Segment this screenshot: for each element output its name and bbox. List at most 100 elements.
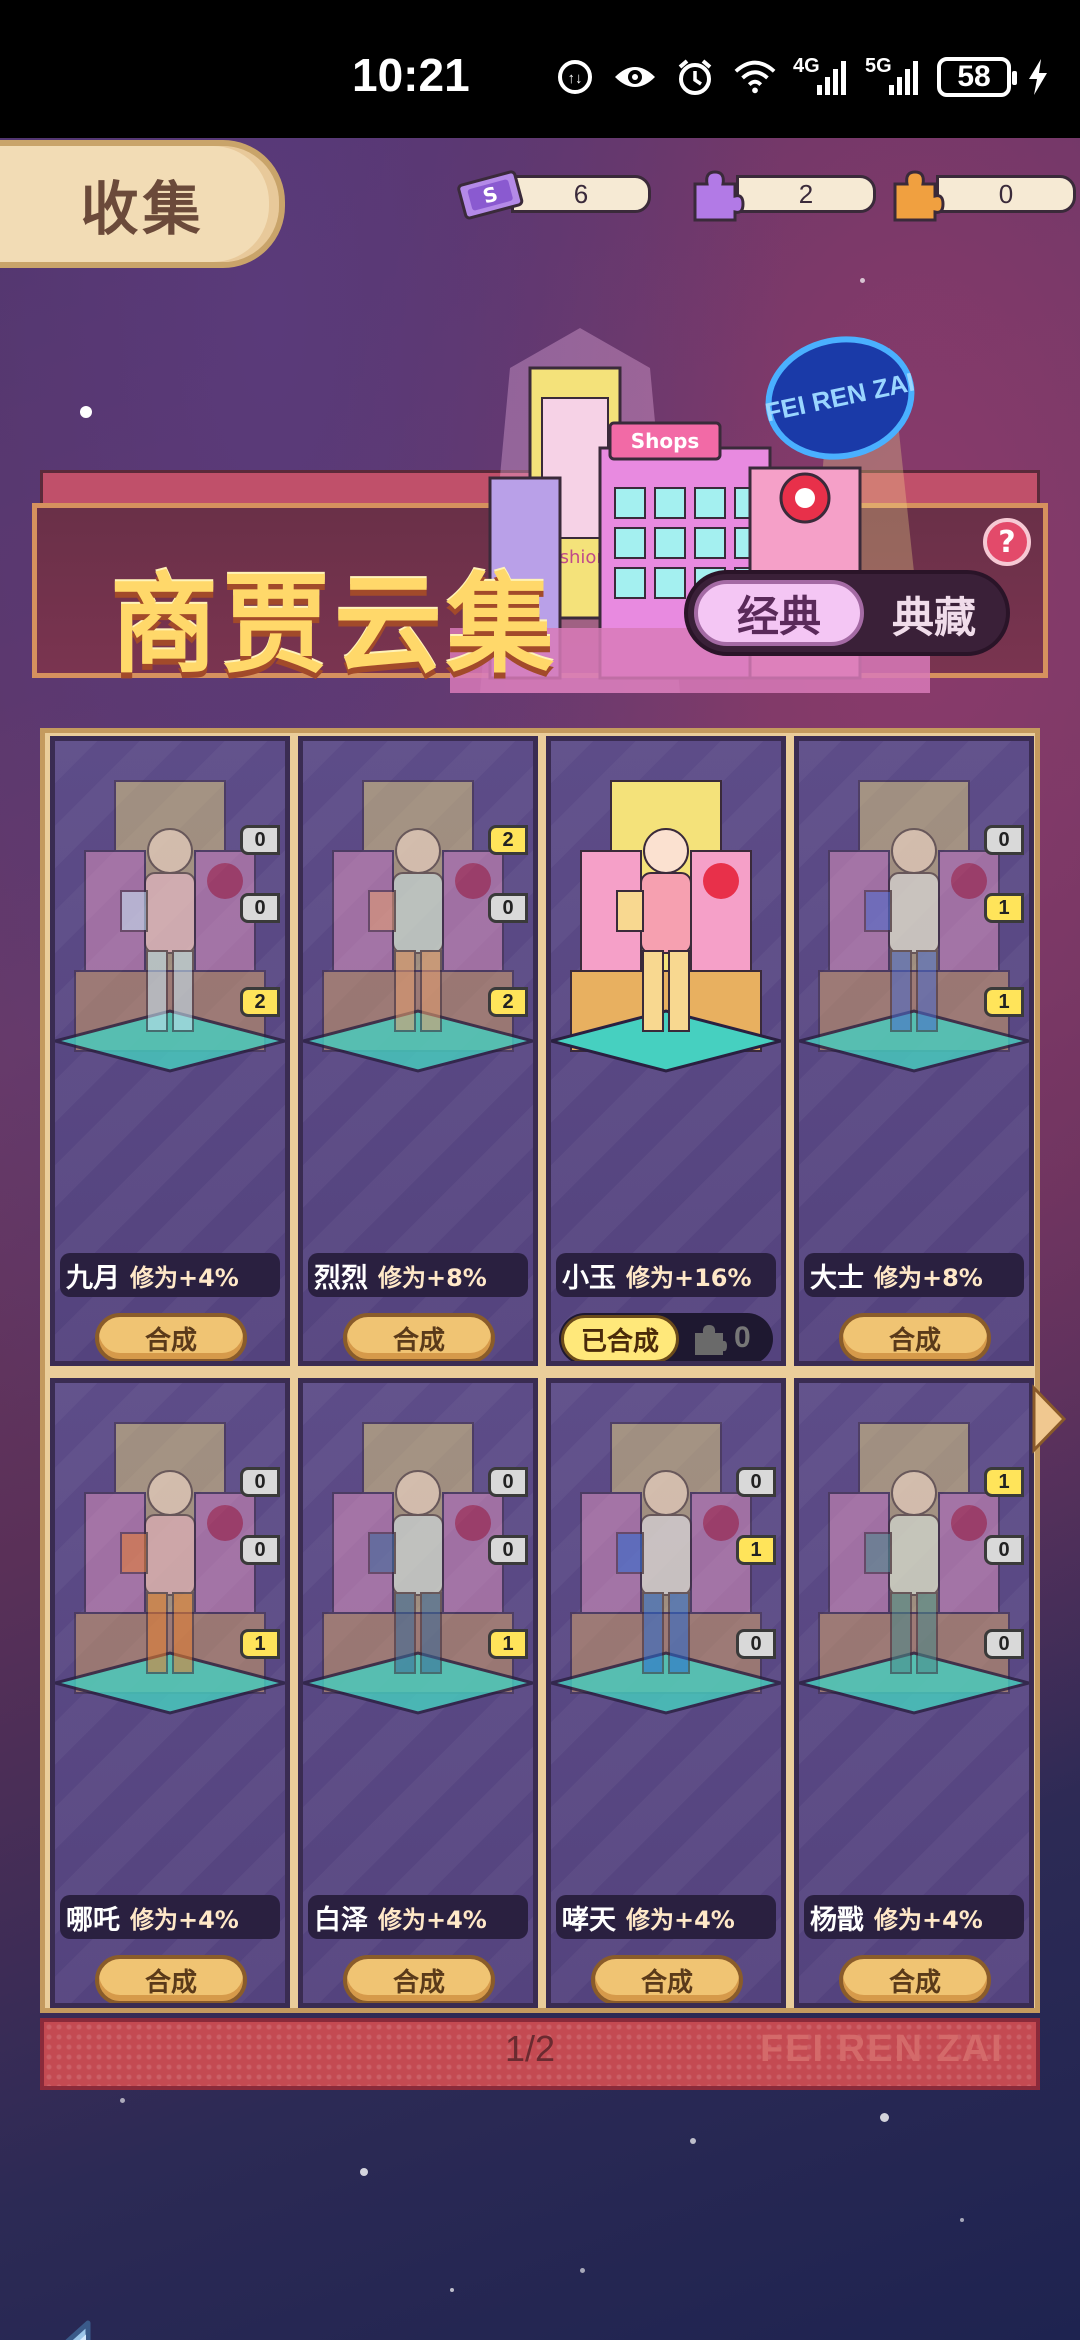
piece-count-badge: 0 <box>488 1535 528 1565</box>
star <box>80 406 92 418</box>
synthesize-button[interactable]: 合成 <box>343 1955 495 2003</box>
piece-count-badge: 0 <box>984 825 1024 855</box>
character-illustration <box>551 780 781 1073</box>
piece-count-badge: 1 <box>240 1629 280 1659</box>
character-illustration <box>799 780 1029 1073</box>
character-card[interactable]: 2 0 2 烈烈 修为+8% 合成 <box>298 736 538 1366</box>
synthesized-button: 已合成 <box>561 1315 679 1361</box>
tab-collection[interactable]: 典藏 <box>874 584 994 644</box>
piece-count-badge: 1 <box>488 1629 528 1659</box>
star <box>450 2288 454 2292</box>
cultivation-bonus: 修为+8% <box>378 1263 487 1292</box>
gray-puzzle-icon <box>695 1325 727 1355</box>
piece-count-badge: 1 <box>984 893 1024 923</box>
cultivation-bonus: 修为+4% <box>874 1905 983 1934</box>
cultivation-bonus: 修为+16% <box>626 1263 752 1292</box>
synthesize-button[interactable]: 合成 <box>839 1955 991 2003</box>
character-illustration <box>55 780 285 1073</box>
data-saver-icon: ↑↓ <box>553 57 597 97</box>
orange-piece-count: 0 <box>936 175 1076 213</box>
character-illustration <box>551 1422 781 1715</box>
synthesize-button[interactable]: 合成 <box>591 1955 743 2003</box>
piece-count-badge: 1 <box>984 1467 1024 1497</box>
help-button[interactable]: ? <box>983 518 1031 566</box>
piece-count-badge: 0 <box>240 893 280 923</box>
orange-puzzle-icon <box>880 166 950 222</box>
cultivation-bonus: 修为+8% <box>874 1263 983 1292</box>
piece-count-badge: 0 <box>488 1467 528 1497</box>
piece-count-badge: 0 <box>984 1629 1024 1659</box>
piece-count-badge: 0 <box>736 1467 776 1497</box>
character-name-bar: 小玉 修为+16% <box>556 1253 776 1297</box>
piece-count-badge: 0 <box>736 1629 776 1659</box>
character-name-bar: 哪吒 修为+4% <box>60 1895 280 1939</box>
star <box>860 278 865 283</box>
status-time: 10:21 <box>352 49 470 101</box>
banner-title: 商贾云集 <box>110 563 559 688</box>
character-illustration <box>303 780 533 1073</box>
character-card[interactable]: 0 0 1 白泽 修为+4% 合成 <box>298 1378 538 2008</box>
signal-4g-icon: 4G <box>793 55 849 97</box>
cultivation-bonus: 修为+4% <box>378 1905 487 1934</box>
tab-classic[interactable]: 经典 <box>694 580 864 646</box>
signal-5g-icon: 5G <box>865 55 921 97</box>
currency-tickets[interactable]: S 6 <box>455 168 651 220</box>
synthesize-button[interactable]: 合成 <box>839 1313 991 1361</box>
star <box>360 2168 368 2176</box>
cultivation-bonus: 修为+4% <box>130 1263 239 1292</box>
character-name-bar: 九月 修为+4% <box>60 1253 280 1297</box>
currency-purple-pieces[interactable]: 2 <box>680 168 876 222</box>
status-icons: ↑↓ 4G 5G 58 <box>553 52 1049 102</box>
character-name: 哮天 <box>562 1904 616 1936</box>
synthesize-button[interactable]: 合成 <box>95 1313 247 1361</box>
cultivation-bonus: 修为+4% <box>130 1905 239 1934</box>
status-bar: 10:21 ↑↓ 4G 5G 58 <box>0 0 1080 138</box>
ticket-icon: S <box>455 166 525 222</box>
purple-piece-count: 2 <box>736 175 876 213</box>
tab-classic-label: 经典 <box>736 591 821 641</box>
svg-text:↑↓: ↑↓ <box>568 70 583 87</box>
character-card[interactable]: 0 1 0 哮天 修为+4% 合成 <box>546 1378 786 2008</box>
piece-count-badge: 0 <box>240 825 280 855</box>
brand-watermark: FEI REN ZAI <box>760 2028 1004 2070</box>
sign-shops: Shops <box>631 429 700 453</box>
character-illustration <box>799 1422 1029 1715</box>
character-card[interactable]: 1 0 0 杨戬 修为+4% 合成 <box>794 1378 1034 2008</box>
star <box>960 2218 964 2222</box>
ticket-count: 6 <box>511 175 651 213</box>
next-page-arrow-icon[interactable] <box>1030 1384 1070 1454</box>
star <box>120 2098 125 2103</box>
piece-count-badge: 0 <box>240 1535 280 1565</box>
star <box>880 2113 889 2122</box>
character-name-bar: 杨戬 修为+4% <box>804 1895 1024 1939</box>
character-card[interactable]: 0 0 1 哪吒 修为+4% 合成 <box>50 1378 290 2008</box>
piece-count-badge: 0 <box>488 893 528 923</box>
character-name: 哪吒 <box>66 1904 120 1936</box>
wifi-icon <box>733 57 777 97</box>
character-name: 大士 <box>810 1262 864 1294</box>
alarm-icon <box>673 57 717 97</box>
currency-orange-pieces[interactable]: 0 <box>880 166 1076 222</box>
character-illustration <box>55 1422 285 1715</box>
character-card[interactable]: 小玉 修为+16% 已合成 0 <box>546 736 786 1366</box>
tab-collection-label: 典藏 <box>891 592 976 642</box>
piece-count-badge: 2 <box>240 987 280 1017</box>
category-toggle[interactable]: 经典 典藏 <box>684 570 1010 656</box>
character-name-bar: 大士 修为+8% <box>804 1253 1024 1297</box>
synthesized-status: 已合成 0 <box>559 1313 773 1361</box>
character-card[interactable]: 0 1 1 大士 修为+8% 合成 <box>794 736 1034 1366</box>
page-title: 收集 <box>80 175 205 243</box>
synthesize-button[interactable]: 合成 <box>95 1955 247 2003</box>
character-name: 杨戬 <box>810 1904 864 1936</box>
synthesize-button[interactable]: 合成 <box>343 1313 495 1361</box>
character-name: 白泽 <box>314 1904 368 1936</box>
synthesized-count: 0 <box>734 1321 751 1354</box>
character-name-bar: 烈烈 修为+8% <box>308 1253 528 1297</box>
piece-count-badge: 1 <box>984 987 1024 1017</box>
star <box>580 2268 585 2273</box>
back-arrow-icon[interactable] <box>30 2313 160 2340</box>
piece-count-badge: 0 <box>984 1535 1024 1565</box>
piece-count-badge: 2 <box>488 987 528 1017</box>
character-card[interactable]: 0 0 2 九月 修为+4% 合成 <box>50 736 290 1366</box>
character-name: 小玉 <box>562 1262 616 1294</box>
